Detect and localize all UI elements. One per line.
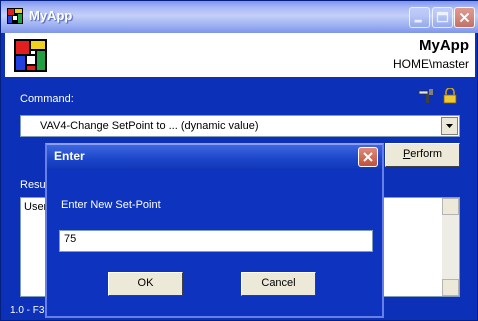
command-selected-value: VAV4-Change SetPoint to ... (dynamic val… bbox=[40, 120, 259, 132]
dialog-title: Enter bbox=[54, 149, 85, 163]
enter-dialog: Enter Enter New Set-Point 75 OK Cancel bbox=[45, 143, 384, 318]
dialog-title-bar[interactable]: Enter bbox=[47, 145, 382, 169]
setpoint-input[interactable]: 75 bbox=[59, 230, 373, 252]
close-icon bbox=[459, 12, 470, 23]
command-dropdown[interactable]: VAV4-Change SetPoint to ... (dynamic val… bbox=[20, 115, 460, 137]
app-name: MyApp bbox=[419, 37, 469, 54]
dialog-body: Enter New Set-Point 75 OK Cancel bbox=[47, 169, 382, 316]
minimize-button[interactable] bbox=[409, 7, 430, 28]
ok-button[interactable]: OK bbox=[108, 272, 183, 296]
scroll-down-button[interactable] bbox=[442, 279, 459, 296]
scroll-up-button[interactable] bbox=[442, 198, 459, 215]
close-button[interactable] bbox=[454, 7, 475, 28]
close-icon bbox=[363, 152, 373, 162]
maximize-icon bbox=[436, 11, 449, 23]
dropdown-arrow-button[interactable] bbox=[441, 117, 458, 135]
app-header: MyApp HOME\master bbox=[5, 33, 475, 77]
perform-button[interactable]: Perform bbox=[385, 143, 460, 167]
dropdown-arrow-icon bbox=[446, 124, 453, 128]
app-logo bbox=[14, 39, 47, 72]
minimize-icon bbox=[414, 19, 422, 23]
command-label: Command: bbox=[20, 93, 74, 105]
dialog-close-button[interactable] bbox=[358, 147, 378, 167]
perform-label: erform bbox=[410, 148, 443, 160]
tool-icon[interactable] bbox=[418, 88, 434, 104]
app-icon bbox=[7, 8, 23, 24]
lock-icon[interactable] bbox=[442, 88, 458, 104]
maximize-button[interactable] bbox=[432, 7, 453, 28]
cancel-button[interactable]: Cancel bbox=[241, 272, 316, 296]
result-text: User bbox=[24, 201, 48, 213]
title-bar[interactable]: MyApp bbox=[1, 1, 478, 33]
current-user: HOME\master bbox=[392, 57, 469, 71]
window-title: MyApp bbox=[29, 8, 73, 23]
status-version: 1.0 - F3 bbox=[10, 305, 45, 316]
setpoint-prompt: Enter New Set-Point bbox=[61, 199, 161, 211]
result-label: Resul bbox=[20, 179, 49, 191]
result-scrollbar[interactable] bbox=[442, 198, 459, 296]
